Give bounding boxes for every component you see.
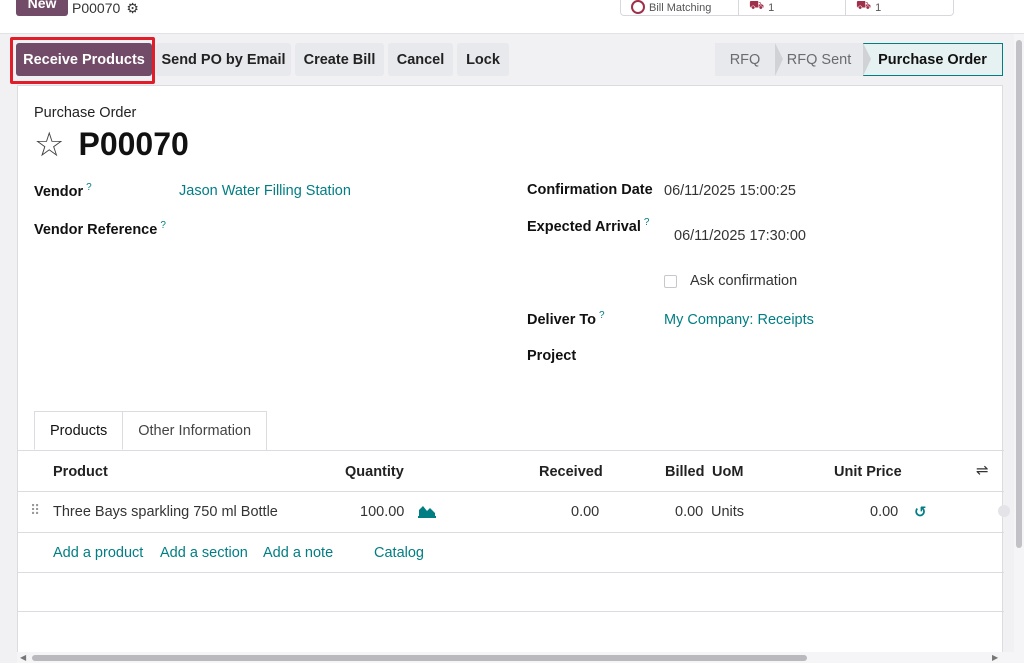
status-bar: RFQ RFQ Sent Purchase Order	[715, 43, 1003, 76]
cancel-button[interactable]: Cancel	[388, 43, 453, 76]
page-title: P00070	[78, 126, 189, 162]
row-uom-cell[interactable]: Units	[711, 504, 744, 520]
row-quantity-cell[interactable]: 100.00	[360, 504, 404, 520]
column-header-quantity[interactable]: Quantity	[345, 464, 404, 480]
add-note-link[interactable]: Add a note	[263, 545, 333, 561]
truck-icon: ⛟	[749, 0, 765, 12]
project-label: Project	[527, 348, 577, 364]
vendor-field[interactable]: Jason Water Filling Station	[179, 183, 351, 199]
row-received-cell[interactable]: 0.00	[571, 504, 599, 520]
help-icon[interactable]: ?	[86, 182, 92, 193]
tab-products[interactable]: Products	[34, 411, 124, 450]
deliver-to-field[interactable]: My Company: Receipts	[664, 312, 814, 328]
row-product-cell[interactable]: Three Bays sparkling 750 ml Bottle	[53, 504, 278, 520]
help-icon[interactable]: ?	[599, 310, 605, 321]
star-icon[interactable]: ☆	[34, 128, 64, 162]
truck-icon: ⛟	[856, 0, 872, 12]
bill-matching-label: Bill Matching	[649, 2, 712, 14]
bill-matching-button[interactable]: Bill Matching	[621, 0, 739, 16]
row-unit-price-cell[interactable]: 0.00	[870, 504, 898, 520]
scroll-left-icon[interactable]: ◀	[20, 653, 26, 662]
expected-arrival-label: Expected Arrival?	[527, 217, 649, 235]
row-action-dot[interactable]	[998, 505, 1010, 517]
stage-purchase-order-label: Purchase Order	[878, 51, 987, 68]
row-divider	[18, 532, 1004, 533]
history-icon[interactable]: ↺	[914, 503, 927, 521]
horizontal-scrollbar-thumb[interactable]	[32, 655, 807, 661]
vendor-label: Vendor?	[34, 182, 92, 200]
deliver-to-label-text: Deliver To	[527, 311, 597, 328]
add-product-link[interactable]: Add a product	[53, 545, 143, 561]
vendor-reference-label: Vendor Reference?	[34, 220, 166, 238]
receipt-button-2[interactable]: ⛟ 1	[846, 0, 953, 16]
forecast-chart-icon[interactable]	[418, 504, 436, 518]
add-section-link[interactable]: Add a section	[160, 545, 248, 561]
control-panel: New P00070 ⚙ Bill Matching ⛟ 1 ⛟ 1	[0, 0, 1024, 34]
help-icon[interactable]: ?	[160, 220, 166, 231]
receipt-count: 1	[768, 2, 775, 14]
stage-rfq-sent-label: RFQ Sent	[786, 51, 852, 68]
vertical-scrollbar-thumb[interactable]	[1016, 40, 1022, 548]
table-bottom-divider	[18, 572, 1004, 573]
confirmation-date-label: Confirmation Date	[527, 182, 653, 198]
section-divider	[18, 611, 1004, 612]
stage-rfq[interactable]: RFQ	[715, 43, 783, 76]
row-billed-cell[interactable]: 0.00	[675, 504, 703, 520]
stage-rfq-label: RFQ	[729, 51, 761, 68]
vendor-label-text: Vendor	[34, 183, 84, 200]
tab-divider	[18, 450, 1004, 451]
column-header-unit-price[interactable]: Unit Price	[834, 464, 902, 480]
chevron-right-icon	[863, 43, 871, 76]
catalog-link[interactable]: Catalog	[374, 545, 424, 561]
confirmation-date-field[interactable]: 06/11/2025 15:00:25	[664, 183, 796, 199]
ask-confirmation-checkbox[interactable]	[664, 275, 677, 288]
receipt-button[interactable]: ⛟ 1	[739, 0, 846, 16]
ask-confirmation-label: Ask confirmation	[690, 273, 798, 289]
receive-products-button[interactable]: Receive Products	[16, 43, 152, 76]
header-divider	[18, 491, 1004, 492]
column-settings-icon[interactable]: ⇌	[976, 461, 989, 479]
title-row: ☆ P00070	[34, 126, 189, 163]
breadcrumb: P00070 ⚙	[72, 0, 139, 16]
column-header-received[interactable]: Received	[539, 464, 603, 480]
chevron-right-icon	[775, 43, 783, 76]
help-icon[interactable]: ?	[644, 217, 650, 228]
receipt-count-2: 1	[875, 2, 882, 14]
vendor-reference-label-text: Vendor Reference	[34, 221, 158, 238]
stage-purchase-order[interactable]: Purchase Order	[863, 43, 1003, 76]
tab-other-information[interactable]: Other Information	[123, 411, 268, 450]
column-header-billed[interactable]: Billed	[665, 464, 704, 480]
deliver-to-label: Deliver To?	[527, 310, 605, 328]
send-po-email-button[interactable]: Send PO by Email	[156, 43, 291, 76]
drag-handle-icon[interactable]: ⠿	[30, 502, 40, 519]
smart-buttons: Bill Matching ⛟ 1 ⛟ 1	[620, 0, 954, 16]
column-header-uom[interactable]: UoM	[712, 464, 743, 480]
gear-icon[interactable]: ⚙	[126, 0, 139, 16]
column-header-product[interactable]: Product	[53, 464, 108, 480]
create-bill-button[interactable]: Create Bill	[295, 43, 384, 76]
new-button[interactable]: New	[16, 0, 68, 16]
scroll-right-icon[interactable]: ▶	[992, 653, 998, 662]
stage-rfq-sent[interactable]: RFQ Sent	[775, 43, 871, 76]
expected-arrival-field[interactable]: 06/11/2025 17:30:00	[674, 228, 806, 244]
breadcrumb-record-name: P00070	[72, 0, 121, 16]
expected-arrival-label-text: Expected Arrival	[527, 218, 641, 235]
document-type-label: Purchase Order	[34, 105, 137, 121]
notebook-tabs: Products Other Information	[34, 411, 268, 450]
bill-icon	[631, 0, 645, 14]
form-sheet: Purchase Order ☆ P00070 Vendor? Jason Wa…	[17, 85, 1010, 663]
lock-button[interactable]: Lock	[457, 43, 509, 76]
